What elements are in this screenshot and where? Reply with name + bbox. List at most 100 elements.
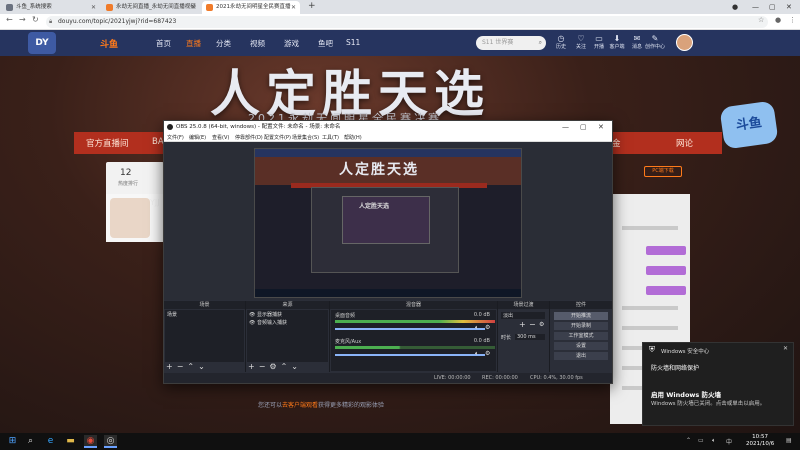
- nav-home[interactable]: 首页: [156, 38, 171, 49]
- transition-select[interactable]: 淡出: [501, 312, 545, 319]
- forward-icon[interactable]: →: [19, 15, 26, 24]
- anchor-avatar[interactable]: [110, 198, 150, 238]
- url-input[interactable]: 🔒︎ douyu.com/topic/2021yjwj?rid=687423: [46, 16, 768, 28]
- creator-center-button[interactable]: ✎ 创作中心: [644, 33, 666, 51]
- nav-category[interactable]: 分类: [216, 38, 231, 49]
- remove-icon[interactable]: −: [177, 362, 188, 371]
- category-official[interactable]: 官方直播间: [86, 137, 129, 149]
- volume-slider[interactable]: [335, 328, 485, 330]
- obs-preview-canvas[interactable]: 人定胜天选 人定胜天选: [254, 148, 522, 298]
- browser-tab[interactable]: 永劫无间直播_永劫无间直播视频 ✕: [102, 1, 200, 14]
- purple-pill[interactable]: [646, 286, 686, 295]
- file-explorer-icon[interactable]: ▬: [64, 435, 77, 448]
- menu-docks[interactable]: 停靠部件(D): [235, 134, 263, 141]
- purple-pill[interactable]: [646, 266, 686, 275]
- speaker-icon[interactable]: 🔈︎: [475, 324, 479, 332]
- gear-icon[interactable]: ⚙: [539, 321, 544, 328]
- add-icon[interactable]: +: [248, 362, 259, 371]
- edge-browser-icon[interactable]: e: [44, 435, 57, 448]
- windows-security-notification[interactable]: ⛨ Windows 安全中心 ✕ 防火墙和网络保护 启用 Windows 防火墙…: [642, 342, 794, 426]
- brand-name[interactable]: 斗鱼: [100, 37, 118, 50]
- minimize-icon[interactable]: —: [562, 121, 569, 133]
- client-download-button[interactable]: ⬇ 客户端: [606, 33, 628, 51]
- gear-icon[interactable]: ⚙: [485, 324, 490, 331]
- nav-s11[interactable]: S11: [346, 38, 360, 47]
- start-recording-button[interactable]: 开始录制: [554, 322, 608, 330]
- search-icon[interactable]: ⌕: [24, 435, 37, 448]
- move-down-icon[interactable]: ⌄: [198, 362, 209, 371]
- account-icon[interactable]: ●: [775, 16, 781, 24]
- menu-edit[interactable]: 编辑(E): [189, 134, 206, 141]
- category-gold[interactable]: 金: [612, 137, 621, 149]
- studio-mode-button[interactable]: 工作室模式: [554, 332, 608, 340]
- menu-view[interactable]: 查看(V): [212, 134, 229, 141]
- browser-tab-active[interactable]: 2021永劫无间明星全民赛直播 ✕: [202, 1, 300, 14]
- start-streaming-button[interactable]: 开始推流: [554, 312, 608, 320]
- move-up-icon[interactable]: ⌃: [281, 362, 292, 371]
- menu-help[interactable]: 帮助(H): [344, 134, 362, 141]
- close-tab-icon[interactable]: ✕: [91, 1, 96, 14]
- site-logo[interactable]: DY: [28, 32, 56, 54]
- site-search-input[interactable]: S11 世界赛 ⌕: [476, 36, 546, 50]
- tray-chevron-icon[interactable]: ⌃: [686, 437, 691, 444]
- reload-icon[interactable]: ↻: [32, 15, 39, 24]
- close-icon[interactable]: ✕: [598, 121, 604, 133]
- source-item[interactable]: 👁︎ 显示器捕获: [249, 311, 282, 318]
- network-icon[interactable]: ▭: [698, 437, 704, 444]
- back-icon[interactable]: ←: [6, 15, 13, 24]
- exit-button[interactable]: 退出: [554, 352, 608, 360]
- category-wanglun[interactable]: 网论: [676, 137, 693, 149]
- nav-live[interactable]: 直播: [186, 38, 201, 49]
- obs-taskbar-icon[interactable]: ◎: [104, 435, 117, 448]
- new-tab-button[interactable]: +: [308, 1, 316, 11]
- obs-titlebar[interactable]: OBS 25.0.8 (64-bit, windows) - 配置文件: 未命名…: [164, 121, 612, 133]
- add-icon[interactable]: +: [519, 320, 526, 329]
- windows-start-icon[interactable]: ⊞: [6, 435, 19, 448]
- source-item[interactable]: 👁︎ 音频输入捕获: [249, 319, 287, 326]
- remove-icon[interactable]: −: [259, 362, 270, 371]
- bookmark-star-icon[interactable]: ☆: [758, 16, 764, 24]
- anchor-name[interactable]: YJJ: [150, 198, 160, 207]
- menu-profile[interactable]: 配置文件(P): [264, 134, 291, 141]
- menu-kebab-icon[interactable]: ⋮: [789, 16, 796, 24]
- close-tab-icon[interactable]: ✕: [291, 1, 296, 14]
- nav-fishbar[interactable]: 鱼吧: [318, 38, 333, 49]
- chrome-icon[interactable]: ◉: [84, 435, 97, 448]
- clock[interactable]: 10:57 2021/10/6: [746, 434, 774, 448]
- minimize-icon[interactable]: —: [752, 0, 759, 14]
- eye-icon[interactable]: 👁︎: [249, 312, 257, 318]
- menu-scene-collection[interactable]: 场景集合(S): [292, 134, 319, 141]
- settings-button[interactable]: 设置: [554, 342, 608, 350]
- profile-icon[interactable]: ●: [732, 0, 738, 14]
- close-icon[interactable]: ✕: [783, 345, 788, 352]
- notification-center-icon[interactable]: ▤: [786, 437, 792, 444]
- volume-slider[interactable]: [335, 354, 485, 356]
- ime-icon[interactable]: 中: [726, 437, 732, 446]
- move-up-icon[interactable]: ⌃: [187, 362, 198, 371]
- mascot-graphic[interactable]: 斗鱼: [719, 100, 779, 150]
- close-tab-icon[interactable]: ✕: [191, 1, 196, 14]
- eye-icon[interactable]: 👁︎: [249, 320, 257, 326]
- category-ba[interactable]: BA: [152, 137, 164, 147]
- user-avatar[interactable]: [676, 34, 693, 51]
- volume-icon[interactable]: 🔈︎: [712, 437, 716, 445]
- maximize-icon[interactable]: ▢: [580, 121, 587, 133]
- browser-tab[interactable]: 斗鱼_系统搜索 ✕: [2, 1, 100, 14]
- search-icon[interactable]: ⌕: [539, 36, 542, 50]
- menu-file[interactable]: 文件(F): [167, 134, 184, 141]
- nav-video[interactable]: 视频: [250, 38, 265, 49]
- move-down-icon[interactable]: ⌄: [291, 362, 302, 371]
- speaker-icon[interactable]: 🔈︎: [475, 350, 479, 358]
- scene-item[interactable]: 场景: [167, 311, 177, 318]
- history-button[interactable]: ◷ 历史: [550, 33, 572, 51]
- pc-download-button[interactable]: PC端下载: [644, 166, 682, 177]
- remove-icon[interactable]: −: [529, 320, 536, 329]
- close-window-icon[interactable]: ✕: [786, 0, 792, 14]
- purple-pill[interactable]: [646, 246, 686, 255]
- gear-icon[interactable]: ⚙: [269, 362, 280, 371]
- nav-game[interactable]: 游戏: [284, 38, 299, 49]
- menu-tools[interactable]: 工具(T): [322, 134, 339, 141]
- hint-link[interactable]: 去客户端观看: [282, 402, 318, 409]
- gear-icon[interactable]: ⚙: [485, 350, 490, 357]
- add-icon[interactable]: +: [166, 362, 177, 371]
